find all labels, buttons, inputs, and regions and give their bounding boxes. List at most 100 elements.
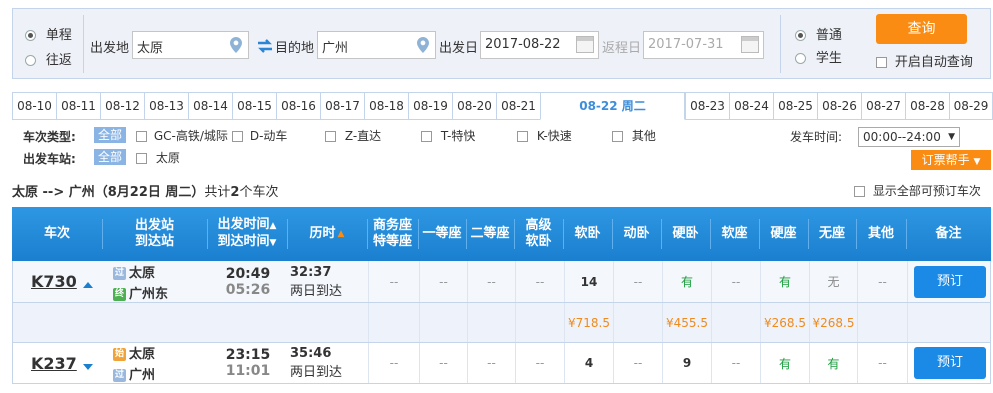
date-tab[interactable]: 08-29 bbox=[949, 92, 993, 120]
show-all-option[interactable]: 显示全部可预订车次 bbox=[854, 182, 981, 199]
seat-no-seat[interactable]: 有 bbox=[809, 343, 857, 383]
date-tab[interactable]: 08-24 bbox=[729, 92, 773, 120]
train-type-all-tag[interactable]: 全部 bbox=[94, 127, 127, 143]
calendar-icon[interactable] bbox=[741, 36, 759, 53]
swap-icon[interactable] bbox=[257, 39, 273, 53]
price-empty bbox=[711, 303, 760, 342]
trip-oneway-radio[interactable] bbox=[25, 30, 36, 41]
date-tab[interactable]: 08-28 bbox=[905, 92, 949, 120]
col-duration[interactable]: 历时 ▲ bbox=[287, 207, 367, 261]
trip-return-option[interactable]: 往返 bbox=[25, 49, 72, 68]
query-button[interactable]: 查询 bbox=[876, 14, 967, 44]
col-times[interactable]: 出发时间▲ 到达时间▼ bbox=[207, 207, 287, 261]
sort-up-icon[interactable]: ▲ bbox=[270, 221, 277, 231]
to-input[interactable]: 广州 bbox=[317, 31, 436, 59]
book-button[interactable]: 预订 bbox=[914, 347, 986, 379]
header-divider bbox=[906, 219, 907, 249]
route-text: 太原 --> 广州（8月22日 周二） bbox=[12, 185, 205, 200]
auto-query-checkbox[interactable] bbox=[876, 57, 887, 68]
date-tab[interactable]: 08-27 bbox=[861, 92, 905, 120]
price-empty bbox=[368, 303, 419, 342]
station-option[interactable]: 太原 bbox=[136, 149, 180, 166]
book-button[interactable]: 预订 bbox=[914, 265, 986, 298]
passenger-student-radio[interactable] bbox=[795, 53, 806, 64]
train-type-gc-option[interactable]: GC-高铁/城际 bbox=[136, 127, 228, 144]
train-type-checkbox[interactable] bbox=[612, 131, 623, 142]
date-tab[interactable]: 08-11 bbox=[56, 92, 100, 120]
date-tab[interactable]: 08-20 bbox=[452, 92, 496, 120]
depart-date-input[interactable]: 2017-08-22 bbox=[480, 31, 599, 59]
train-type-other-option[interactable]: 其他 bbox=[612, 127, 656, 144]
passenger-normal-label: 普通 bbox=[815, 28, 842, 43]
date-tab[interactable]: 08-21 bbox=[496, 92, 540, 120]
train-type-checkbox[interactable] bbox=[232, 131, 243, 142]
origin-badge: 始 bbox=[113, 348, 126, 361]
seat-hard-sleeper[interactable]: 9 bbox=[662, 343, 711, 383]
seat-hard-seat[interactable]: 有 bbox=[760, 343, 809, 383]
sort-down-icon[interactable]: ▼ bbox=[270, 238, 277, 248]
seat-soft-seat: -- bbox=[711, 343, 760, 383]
show-all-checkbox[interactable] bbox=[854, 186, 865, 197]
date-tabs: 08-10 08-11 08-12 08-13 08-14 08-15 08-16 08-17… bbox=[12, 92, 993, 120]
date-tab[interactable]: 08-26 bbox=[817, 92, 861, 120]
depart-station-name: 太原 bbox=[129, 347, 156, 362]
sort-up-icon[interactable]: ▲ bbox=[338, 226, 345, 242]
train-number-link[interactable]: K237 bbox=[31, 354, 77, 373]
date-tab[interactable]: 08-25 bbox=[773, 92, 817, 120]
passenger-normal-radio[interactable] bbox=[795, 30, 806, 41]
remark-cell: 预订 bbox=[907, 261, 992, 302]
trip-oneway-option[interactable]: 单程 bbox=[25, 24, 72, 43]
train-type-checkbox[interactable] bbox=[325, 131, 336, 142]
seat-hard-seat[interactable]: 有 bbox=[760, 261, 809, 302]
train-type-k-option[interactable]: K-快速 bbox=[517, 127, 572, 144]
date-tab[interactable]: 08-10 bbox=[12, 92, 56, 120]
duration: 35:46 bbox=[290, 346, 332, 361]
date-tab[interactable]: 08-14 bbox=[188, 92, 232, 120]
date-tab-active[interactable]: 08-22 周二 bbox=[540, 92, 685, 120]
date-tab[interactable]: 08-12 bbox=[100, 92, 144, 120]
price-empty bbox=[857, 303, 907, 342]
return-date-input[interactable]: 2017-07-31 bbox=[643, 31, 764, 59]
col-depart-time-label: 出发时间 bbox=[217, 217, 270, 232]
date-tab[interactable]: 08-16 bbox=[276, 92, 320, 120]
date-tab[interactable]: 08-17 bbox=[320, 92, 364, 120]
train-type-d-option[interactable]: D-动车 bbox=[232, 127, 287, 144]
depart-time-select[interactable]: 00:00--24:00 ▼ bbox=[858, 127, 960, 147]
count-prefix: 共计 bbox=[204, 185, 231, 200]
header-divider bbox=[418, 219, 419, 249]
auto-query-option[interactable]: 开启自动查询 bbox=[876, 51, 973, 70]
search-panel: 单程 往返 出发地 太原 目的地 广州 出发日 2017-08-22 返程日 2… bbox=[12, 8, 991, 79]
train-number-link[interactable]: K730 bbox=[31, 272, 77, 291]
expand-down-icon[interactable] bbox=[82, 364, 93, 370]
seat-soft-sleeper[interactable]: 4 bbox=[564, 343, 613, 383]
depart-station: 始太原 bbox=[113, 343, 155, 362]
price-soft-sleeper: ¥718.5 bbox=[564, 303, 613, 342]
date-tab[interactable]: 08-13 bbox=[144, 92, 188, 120]
depart-time-label: 发车时间: bbox=[790, 130, 843, 144]
train-type-z-option[interactable]: Z-直达 bbox=[325, 127, 381, 144]
to-value: 广州 bbox=[322, 41, 349, 56]
col-stations: 出发站 到达站 bbox=[102, 207, 207, 261]
train-type-t-option[interactable]: T-特快 bbox=[421, 127, 475, 144]
col-business: 商务座 特等座 bbox=[367, 207, 418, 261]
expand-up-icon[interactable] bbox=[82, 281, 93, 288]
from-input[interactable]: 太原 bbox=[132, 31, 249, 59]
seat-hard-sleeper[interactable]: 有 bbox=[662, 261, 711, 302]
station-checkbox[interactable] bbox=[136, 153, 147, 164]
train-type-checkbox[interactable] bbox=[517, 131, 528, 142]
calendar-icon[interactable] bbox=[576, 36, 594, 53]
col-duration-label: 历时 bbox=[309, 226, 336, 241]
trip-return-radio[interactable] bbox=[25, 55, 36, 66]
date-tab[interactable]: 08-19 bbox=[408, 92, 452, 120]
train-type-checkbox[interactable] bbox=[421, 131, 432, 142]
train-type-checkbox[interactable] bbox=[136, 131, 147, 142]
date-tab[interactable]: 08-23 bbox=[685, 92, 729, 120]
date-tab[interactable]: 08-18 bbox=[364, 92, 408, 120]
passenger-student-option[interactable]: 学生 bbox=[795, 47, 842, 66]
date-tab[interactable]: 08-15 bbox=[232, 92, 276, 120]
header-divider bbox=[808, 219, 809, 249]
seat-soft-sleeper[interactable]: 14 bbox=[564, 261, 613, 302]
passenger-normal-option[interactable]: 普通 bbox=[795, 24, 842, 43]
station-all-tag[interactable]: 全部 bbox=[94, 149, 127, 165]
booking-helper-button[interactable]: 订票帮手 ▼ bbox=[911, 150, 991, 170]
